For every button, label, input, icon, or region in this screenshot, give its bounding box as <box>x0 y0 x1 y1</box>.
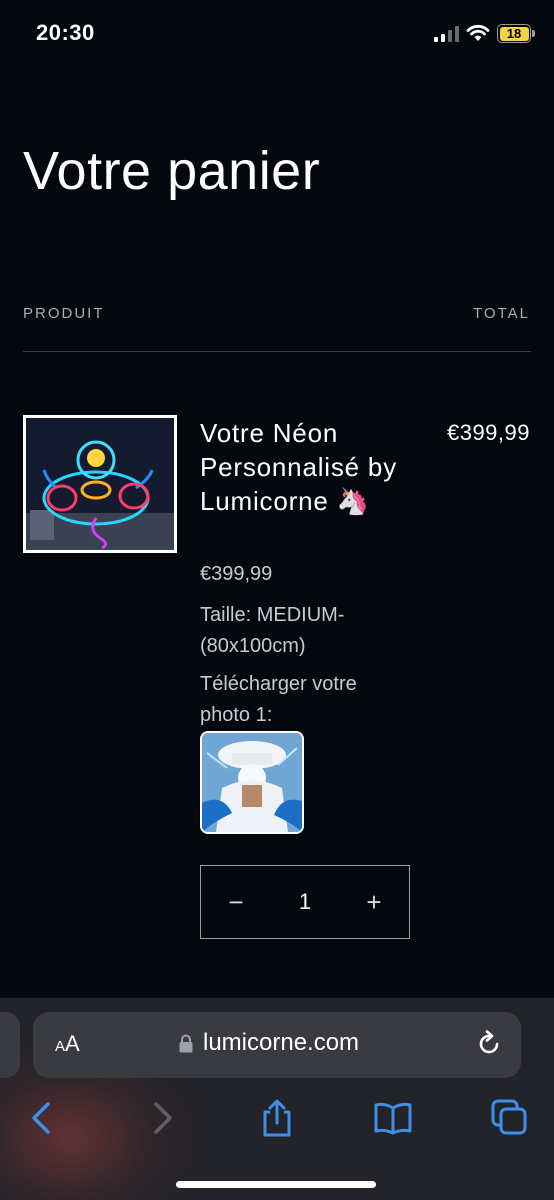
uploaded-photo-image <box>202 733 302 832</box>
product-name[interactable]: Votre Néon Personnalisé by Lumicorne 🦄 <box>200 416 400 518</box>
quantity-value[interactable]: 1 <box>271 889 339 915</box>
reload-icon[interactable] <box>475 1030 503 1058</box>
upload-label: Télécharger votre photo 1: <box>200 673 357 726</box>
lock-icon <box>179 1034 193 1053</box>
product-image[interactable] <box>23 415 177 553</box>
battery-icon: 18 <box>497 24 531 43</box>
tabs-icon[interactable] <box>490 1098 530 1138</box>
size-option: Taille: MEDIUM-(80x100cm) <box>200 604 345 657</box>
uploaded-photo[interactable] <box>200 731 304 834</box>
neon-sign-image <box>26 418 174 550</box>
line-total: €399,99 <box>446 420 530 445</box>
aa-large: A <box>65 1031 80 1056</box>
status-time: 20:30 <box>36 20 95 45</box>
page-title: Votre panier <box>23 141 321 201</box>
unit-price: €399,99 <box>200 563 273 585</box>
column-header-total: TOTAL <box>473 305 530 322</box>
cellular-signal-icon <box>434 26 459 42</box>
home-indicator <box>176 1181 376 1188</box>
url-text[interactable]: lumicorne.com <box>203 1029 359 1057</box>
address-bar[interactable]: AA lumicorne.com <box>33 1012 521 1078</box>
increase-quantity-button[interactable]: + <box>339 866 409 938</box>
quantity-stepper[interactable]: − 1 + <box>200 865 410 939</box>
forward-icon[interactable] <box>142 1098 182 1138</box>
previous-tab-edge[interactable] <box>0 1012 20 1078</box>
aa-small: A <box>55 1038 66 1055</box>
header-divider <box>23 351 531 352</box>
share-icon[interactable] <box>257 1098 297 1138</box>
bookmarks-icon[interactable] <box>373 1098 413 1138</box>
back-icon[interactable] <box>22 1098 62 1138</box>
battery-tip <box>532 30 535 37</box>
wifi-icon <box>466 24 490 41</box>
reader-settings-button[interactable]: AA <box>55 1031 80 1057</box>
decrease-quantity-button[interactable]: − <box>201 866 271 938</box>
column-header-product: PRODUIT <box>23 305 105 322</box>
status-bar: 20:30 18 <box>0 0 554 70</box>
battery-level: 18 <box>499 26 529 41</box>
